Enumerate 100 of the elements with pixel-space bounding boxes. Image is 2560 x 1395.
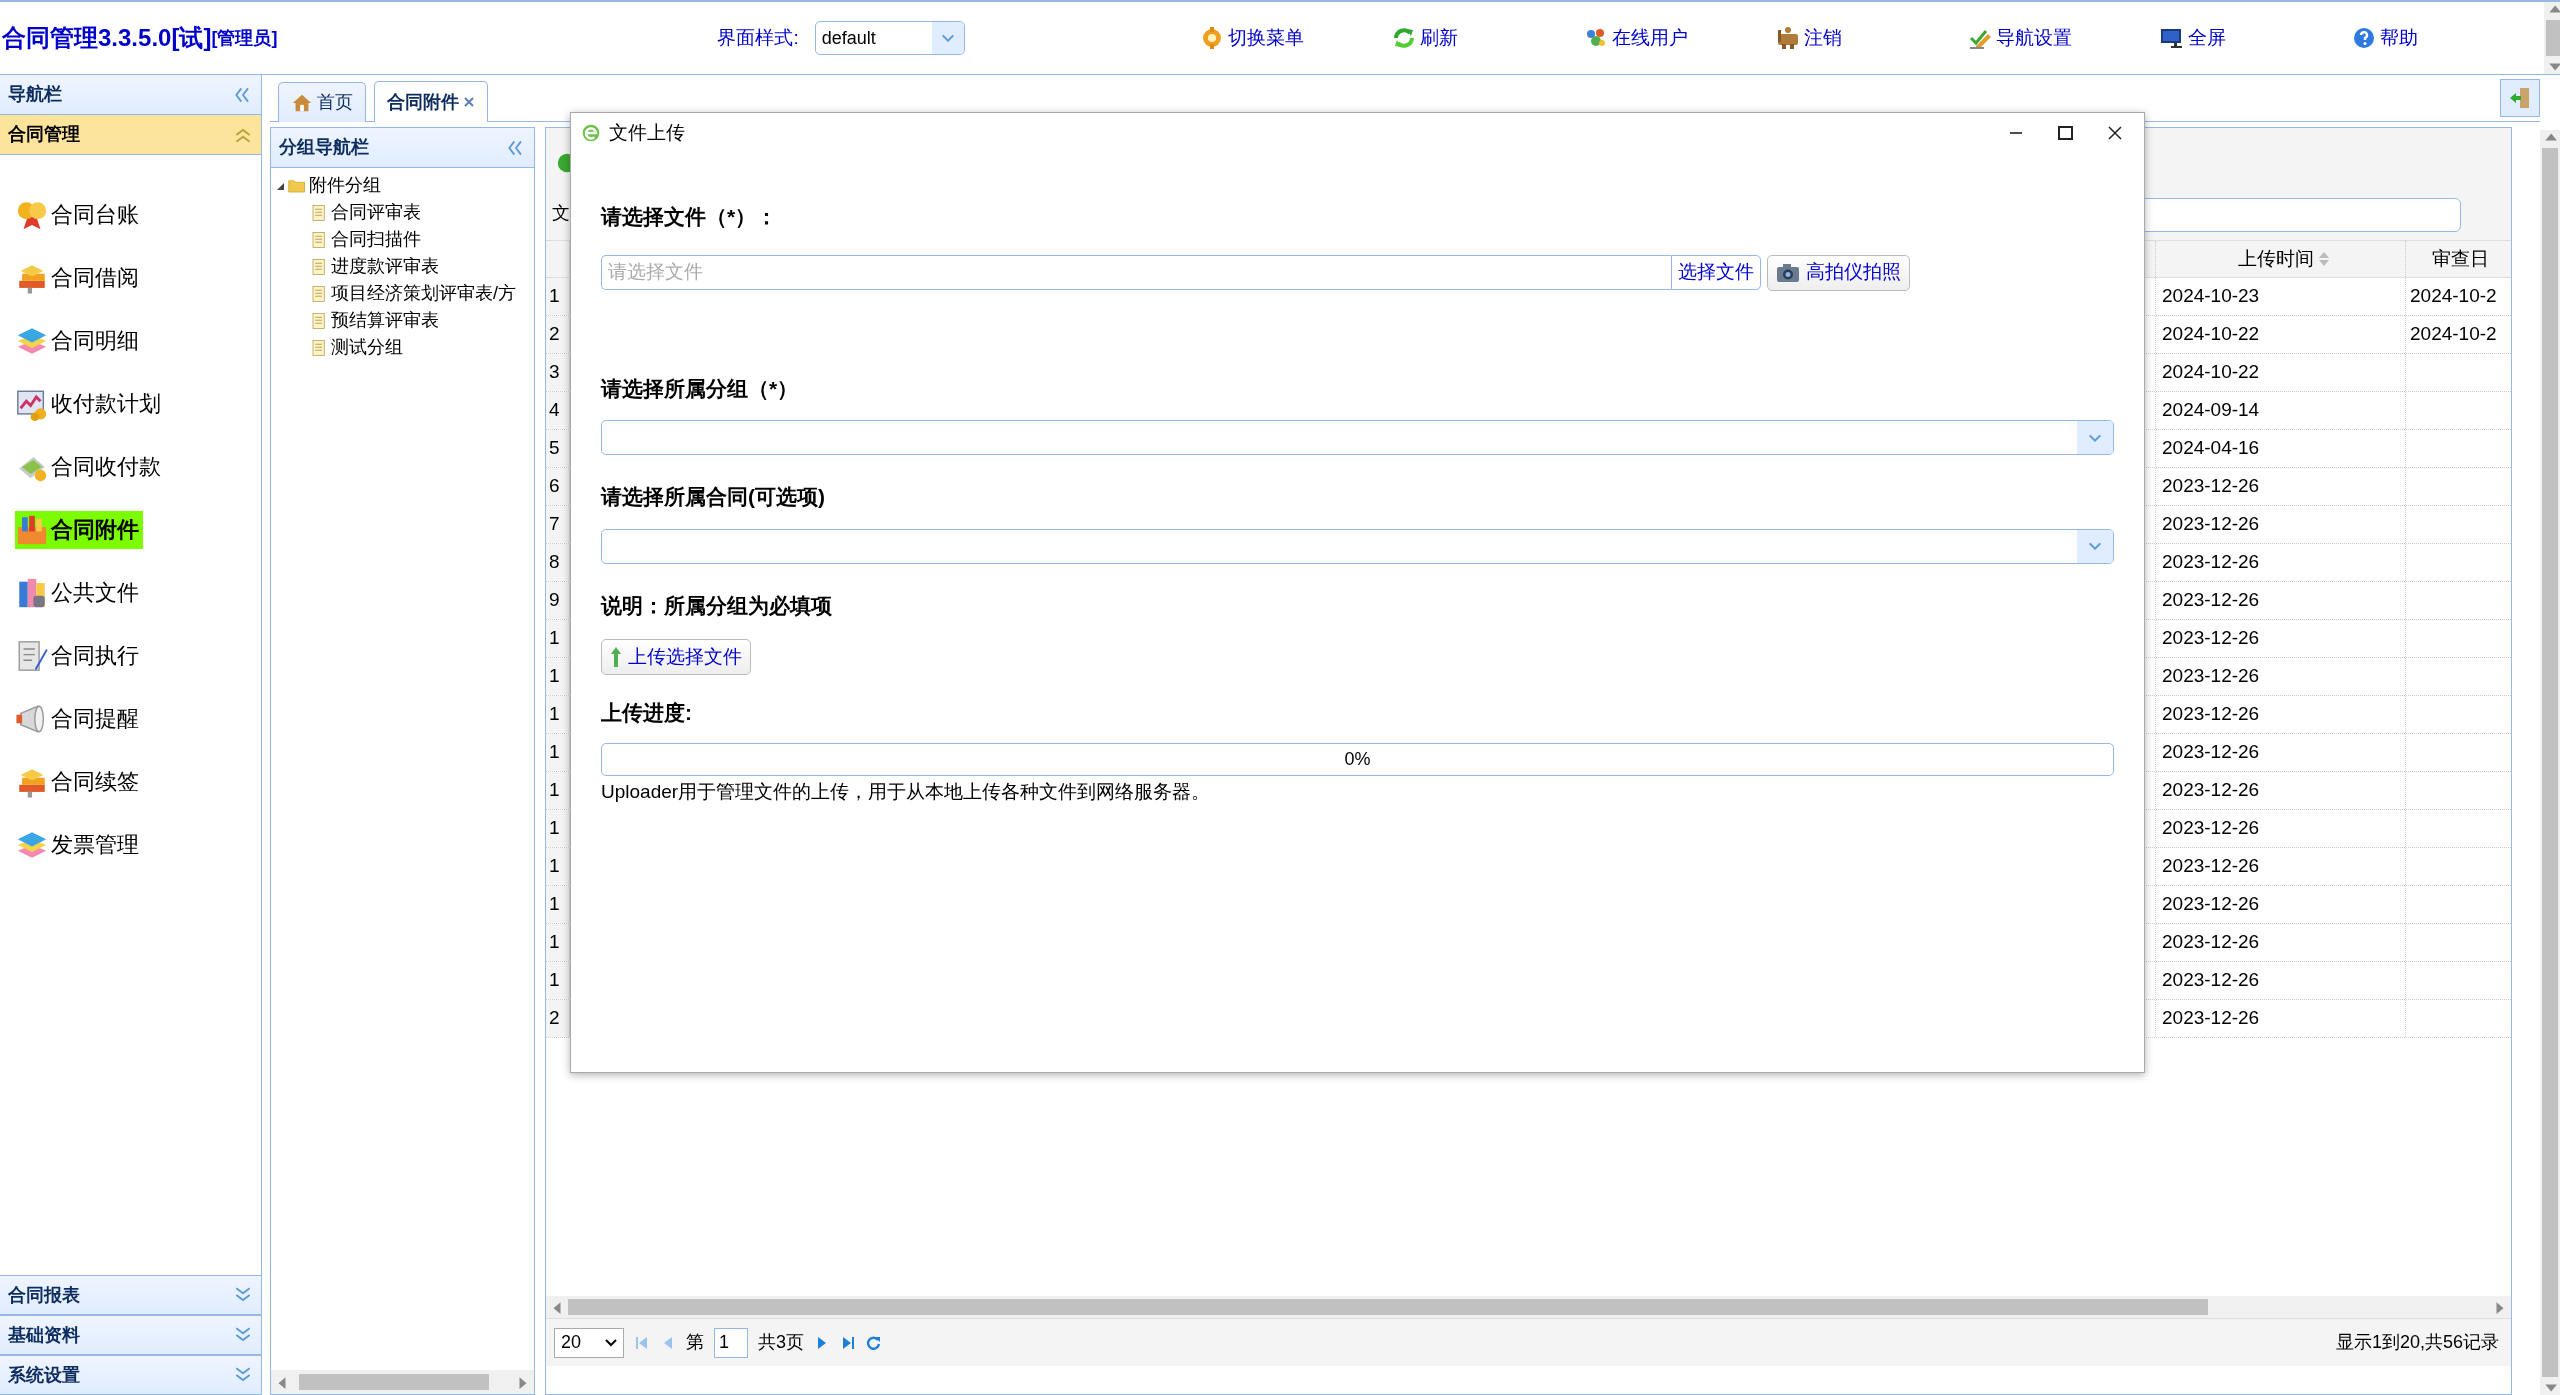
close-icon[interactable] [463, 96, 475, 108]
exit-button[interactable] [2500, 79, 2540, 117]
accordion-header[interactable]: 合同管理 [0, 115, 261, 155]
camera-icon [1776, 262, 1800, 283]
toolbar-button[interactable]: 全屏 [2159, 23, 2352, 53]
accordion-header[interactable]: 系统设置 [0, 1355, 261, 1395]
page-size-select[interactable]: 20 [554, 1327, 624, 1358]
nav-item[interactable]: 公共文件 [15, 573, 143, 612]
section-title: 合同管理 [8, 123, 80, 146]
row-number: 6 [549, 474, 560, 499]
tree-node[interactable]: 合同评审表 [331, 199, 421, 226]
browse-button[interactable]: 选择文件 [1671, 255, 1761, 290]
document-icon [310, 284, 328, 303]
file-field[interactable]: 请选择文件 [601, 255, 1671, 290]
panel-title: 分组导航栏 [279, 136, 369, 159]
tree-node[interactable]: 合同扫描件 [331, 226, 421, 253]
row-number: 4 [549, 398, 560, 423]
row-number: 2 [549, 322, 560, 347]
row-number: 1 [549, 778, 560, 803]
scrollbar[interactable] [546, 1296, 2511, 1318]
nav-item[interactable]: 合同明细 [15, 321, 143, 360]
row-number: 5 [549, 436, 560, 461]
toolbar-button[interactable]: 注销 [1775, 23, 1968, 53]
row-number: 1 [549, 968, 560, 993]
app-title: 合同管理3.3.5.0[试] [2, 23, 212, 53]
nav-item[interactable]: 合同续签 [15, 762, 143, 801]
progress-text: 0% [1344, 747, 1371, 771]
tab[interactable]: 合同附件 [374, 81, 488, 122]
accordion-header[interactable]: 基础资料 [0, 1315, 261, 1355]
row-number: 1 [549, 284, 560, 309]
tree-node[interactable]: 项目经济策划评审表/方 [331, 280, 516, 307]
table-cell-text: 2024-10-22 [2162, 322, 2260, 347]
nav-item[interactable]: 合同提醒 [15, 699, 143, 738]
last-page-icon [840, 1334, 856, 1351]
form-label: 请选择所属合同(可选项) [601, 484, 826, 510]
document-icon [310, 338, 328, 357]
form-label: 请选择所属分组（*） [601, 375, 800, 402]
nav-item[interactable]: 发票管理 [15, 825, 143, 864]
scrollbar[interactable] [2543, 2, 2560, 74]
table-cell-text: 2023-12-26 [2162, 664, 2260, 689]
scrollbar-thumb[interactable] [2545, 20, 2560, 56]
refresh-icon [1391, 26, 1416, 50]
reload-icon [866, 1334, 882, 1351]
accordion-header[interactable]: 合同报表 [0, 1275, 261, 1315]
user-role: [管理员] [211, 26, 278, 50]
table-cell-text: 2023-12-26 [2162, 550, 2260, 575]
row-number: 1 [549, 702, 560, 727]
combo-box[interactable] [601, 528, 2114, 564]
nav-item[interactable]: 合同附件 [15, 510, 143, 549]
toolbar-button[interactable]: 刷新 [1391, 23, 1584, 53]
theme-dropdown[interactable]: default [814, 21, 965, 55]
tree-node[interactable]: 附件分组 [309, 172, 381, 199]
toolbar-button[interactable]: 在线用户 [1583, 23, 1776, 53]
tree-node[interactable]: 测试分组 [331, 334, 403, 361]
scrollbar-thumb[interactable] [2542, 148, 2558, 1377]
table-cell-text: 2024-04-16 [2162, 436, 2260, 461]
combo-box[interactable] [601, 420, 2114, 455]
scrollbar-thumb[interactable] [568, 1299, 2208, 1315]
table-cell-text: 2024-10-2 [2410, 284, 2497, 309]
first-page-button[interactable] [634, 1334, 650, 1351]
nav-item[interactable]: 合同台账 [15, 195, 143, 234]
row-number: 1 [549, 892, 560, 917]
row-number: 2 [549, 1006, 560, 1031]
tree-node[interactable]: 进度款评审表 [331, 253, 439, 280]
column-header[interactable]: 上传时间 [2155, 241, 2405, 277]
close-icon [2106, 124, 2124, 142]
section-title: 系统设置 [8, 1363, 80, 1387]
form-label: 上传进度: [601, 700, 693, 726]
form-label: 请选择文件（*）： [601, 204, 779, 230]
document-icon [310, 203, 328, 222]
row-number: 1 [549, 664, 560, 689]
nav-item[interactable]: 收付款计划 [15, 384, 165, 423]
tab[interactable]: 首页 [278, 82, 366, 122]
nav-item[interactable]: 合同执行 [15, 636, 143, 675]
page-label: 第 [686, 1331, 704, 1354]
page-input[interactable]: 1 [714, 1327, 748, 1358]
dialog-title: 文件上传 [609, 120, 685, 145]
nav-item[interactable]: 合同借阅 [15, 258, 143, 297]
scrollbar-thumb[interactable] [299, 1374, 489, 1390]
scrollbar[interactable] [2540, 130, 2560, 1395]
field-label: 文 [552, 202, 570, 225]
scrollbar[interactable] [271, 1370, 534, 1394]
table-cell-text: 2024-10-23 [2162, 284, 2260, 309]
column-header[interactable]: 审查日 [2405, 241, 2511, 277]
tree-node[interactable]: 预结算评审表 [331, 307, 439, 334]
nav-item[interactable]: 合同收付款 [15, 447, 165, 486]
document-icon [310, 230, 328, 249]
last-page-button[interactable] [840, 1334, 856, 1351]
row-number: 1 [549, 854, 560, 879]
maximize-icon [2056, 124, 2074, 142]
camera-button[interactable]: 高拍仪拍照 [1767, 254, 1910, 291]
door-icon [2508, 86, 2532, 110]
toolbar-button[interactable]: 导航设置 [1967, 23, 2160, 53]
record-summary: 显示1到20,共56记录 [2335, 1331, 2499, 1354]
table-cell-text: 2024-09-14 [2162, 398, 2260, 423]
toolbar-button[interactable]: 切换菜单 [1199, 23, 1392, 53]
reload-button[interactable] [866, 1334, 882, 1351]
toolbar-button[interactable]: 帮助 [2351, 23, 2544, 53]
document-icon [310, 311, 328, 330]
upload-button[interactable]: 上传选择文件 [601, 639, 751, 675]
